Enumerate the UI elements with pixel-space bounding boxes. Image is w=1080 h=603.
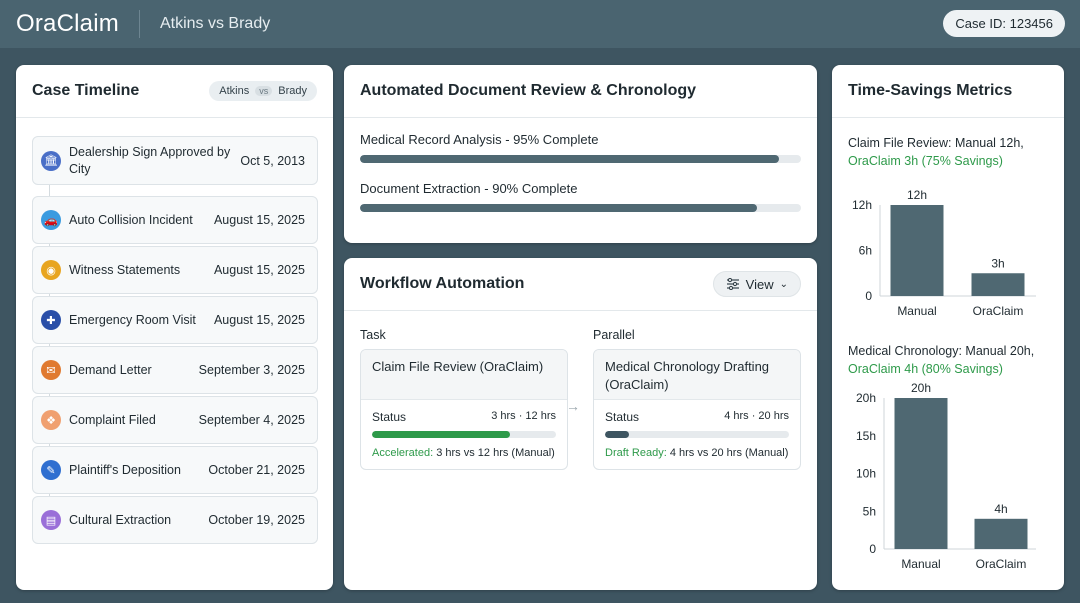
document-icon: ▤ <box>41 510 61 530</box>
note-text: 3 hrs vs 12 hrs (Manual) <box>436 447 555 459</box>
note-highlight: Accelerated: <box>372 447 434 459</box>
app-logo[interactable]: OraClaim <box>16 10 119 38</box>
status-label: Status <box>372 410 407 424</box>
task-card-claim-file-review[interactable]: Claim File Review (OraClaim) Status 3 hr… <box>360 349 568 470</box>
case-timeline-panel: Case Timeline Atkins vs Brady 🏛 Dealersh… <box>16 65 333 590</box>
task-column-label: Task <box>360 328 386 342</box>
party-left: Atkins <box>219 85 250 97</box>
doc-review-title: Automated Document Review & Chronology <box>360 82 697 99</box>
timeline-item-label: Demand Letter <box>69 362 152 377</box>
sliders-icon <box>726 278 739 290</box>
timeline-item[interactable]: 🏛 Dealership Sign Approved by City Oct 5… <box>32 136 318 185</box>
bar <box>974 518 1028 549</box>
y-tick-label: 0 <box>869 542 876 556</box>
medical-record-analysis-label: Medical Record Analysis - 95% Complete <box>360 132 599 147</box>
y-tick-label: 20h <box>856 391 876 405</box>
timeline-item[interactable]: ✎ Plaintiff's Deposition October 21, 202… <box>32 446 318 494</box>
complaint-icon: ❖ <box>41 410 61 430</box>
task-card-medical-chronology[interactable]: Medical Chronology Drafting (OraClaim) S… <box>593 349 801 470</box>
timeline-item-date: August 15, 2025 <box>213 213 305 227</box>
timeline-item-label: Cultural Extraction <box>69 512 172 527</box>
timeline-item-date: September 4, 2025 <box>198 413 305 427</box>
car-icon: 🚗 <box>41 210 61 230</box>
status-hours: 4 hrs · 20 hrs <box>724 410 789 422</box>
pen-icon: ✎ <box>41 460 61 480</box>
bar-data-label: 4h <box>994 502 1007 516</box>
timeline-item-label: Plaintiff's Deposition <box>69 462 181 477</box>
timeline-item-label: Complaint Filed <box>69 412 156 427</box>
timeline-item-date: Oct 5, 2013 <box>240 153 305 168</box>
parallel-column-label: Parallel <box>593 328 635 342</box>
timeline-item-date: October 21, 2025 <box>208 463 305 477</box>
vs-badge: vs <box>255 86 273 96</box>
status-hours: 3 hrs · 12 hrs <box>491 410 556 422</box>
party-right: Brady <box>278 85 307 97</box>
y-tick-label: 15h <box>856 429 876 443</box>
timeline-item[interactable]: ❖ Complaint Filed September 4, 2025 <box>32 396 318 444</box>
parties-pill[interactable]: Atkins vs Brady <box>209 81 317 101</box>
note-text: 4 hrs vs 20 hrs (Manual) <box>669 447 789 459</box>
letter-icon: ✉ <box>41 360 61 380</box>
view-button[interactable]: View ⌄ <box>712 271 801 297</box>
task-title: Medical Chronology Drafting (OraClaim) <box>594 350 800 400</box>
arrow-right-icon: → <box>566 398 580 414</box>
progress-fill <box>360 155 779 163</box>
progress-fill <box>360 204 757 212</box>
hospital-icon: ✚ <box>41 310 61 330</box>
timeline-item-label: Auto Collision Incident <box>69 212 193 227</box>
timeline-item[interactable]: ✚ Emergency Room Visit August 15, 2025 <box>32 296 318 344</box>
timeline-item-label: Dealership Sign Approved by City <box>69 145 231 176</box>
time-savings-metrics-panel: Time-Savings Metrics Claim File Review: … <box>832 65 1064 590</box>
case-name: Atkins vs Brady <box>159 15 271 32</box>
x-tick-label: OraClaim <box>976 557 1027 571</box>
timeline-item-date: September 3, 2025 <box>198 363 305 377</box>
status-label: Status <box>605 410 640 424</box>
timeline-item-label: Emergency Room Visit <box>69 312 196 327</box>
timeline-item[interactable]: ◉ Witness Statements August 15, 2025 <box>32 246 318 294</box>
timeline-title: Case Timeline <box>32 82 140 99</box>
workflow-title: Workflow Automation <box>360 275 525 292</box>
document-extraction-progress <box>360 204 801 212</box>
building-icon: 🏛 <box>41 150 61 171</box>
document-extraction-label: Document Extraction - 90% Complete <box>360 181 578 196</box>
progress-fill <box>605 431 629 438</box>
view-button-label: View <box>745 276 774 292</box>
task-title: Claim File Review (OraClaim) <box>361 350 567 400</box>
timeline-item-date: August 15, 2025 <box>213 263 305 277</box>
note-highlight: Draft Ready: <box>605 447 667 459</box>
task-progress <box>605 431 789 438</box>
chevron-down-icon: ⌄ <box>779 278 788 290</box>
case-id-badge[interactable]: Case ID: 123456 <box>943 10 1065 37</box>
timeline-item[interactable]: 🚗 Auto Collision Incident August 15, 202… <box>32 196 318 244</box>
timeline-item-date: August 15, 2025 <box>213 313 305 327</box>
x-tick-label: Manual <box>901 557 940 571</box>
task-progress <box>372 431 556 438</box>
timeline-item[interactable]: ▤ Cultural Extraction October 19, 2025 <box>32 496 318 544</box>
document-review-panel: Automated Document Review & Chronology M… <box>344 65 817 243</box>
y-tick-label: 10h <box>856 467 876 481</box>
bar-data-label: 20h <box>911 381 931 395</box>
progress-fill <box>372 431 510 438</box>
app-header: OraClaim Atkins vs Brady Case ID: 123456 <box>0 0 1080 48</box>
timeline-item-label: Witness Statements <box>69 262 181 277</box>
timeline-list: 🏛 Dealership Sign Approved by City Oct 5… <box>16 118 333 544</box>
medical-record-progress <box>360 155 801 163</box>
timeline-item[interactable]: ✉ Demand Letter September 3, 2025 <box>32 346 318 394</box>
eye-icon: ◉ <box>41 260 61 280</box>
header-divider <box>138 10 140 38</box>
medical-chronology-bar-chart: 0 5h 10h 15h 20h 20h Manual 4h OraClaim <box>856 381 1036 571</box>
y-tick-label: 5h <box>863 504 876 518</box>
bar <box>894 398 948 549</box>
workflow-automation-panel: Workflow Automation View ⌄ Task Parallel… <box>344 258 817 590</box>
timeline-item-date: October 19, 2025 <box>208 513 305 527</box>
